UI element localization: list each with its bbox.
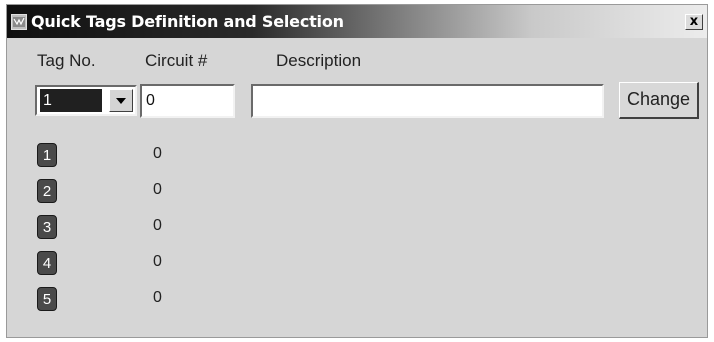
circuit-input[interactable]: 0 <box>140 84 235 118</box>
tag-circuit-value: 0 <box>153 217 162 234</box>
tag-circuit-value: 0 <box>153 181 162 198</box>
tag-badge-button[interactable]: 3 <box>37 215 57 239</box>
tag-no-header: Tag No. <box>37 51 96 70</box>
circuit-header: Circuit # <box>145 51 208 70</box>
title-bar[interactable]: Quick Tags Definition and Selection x <box>7 5 707 38</box>
description-header: Description <box>276 51 362 70</box>
change-button[interactable]: Change <box>619 82 699 119</box>
app-icon <box>11 14 27 30</box>
chevron-down-icon[interactable] <box>109 89 133 112</box>
tag-badge-button[interactable]: 5 <box>37 287 57 311</box>
description-input[interactable] <box>251 84 604 118</box>
tag-badge-button[interactable]: 4 <box>37 251 57 275</box>
tag-badge-button[interactable]: 1 <box>37 143 57 167</box>
quick-tags-dialog: Quick Tags Definition and Selection x Ta… <box>6 4 708 338</box>
tag-number-select[interactable]: 1 <box>35 85 137 116</box>
tag-circuit-value: 0 <box>153 289 162 306</box>
close-button[interactable]: x <box>685 14 703 30</box>
tag-number-selected-value: 1 <box>40 89 102 112</box>
tag-badge-button[interactable]: 2 <box>37 179 57 203</box>
tag-circuit-value: 0 <box>153 253 162 270</box>
tag-circuit-value: 0 <box>153 145 162 162</box>
window-title: Quick Tags Definition and Selection <box>31 12 344 31</box>
